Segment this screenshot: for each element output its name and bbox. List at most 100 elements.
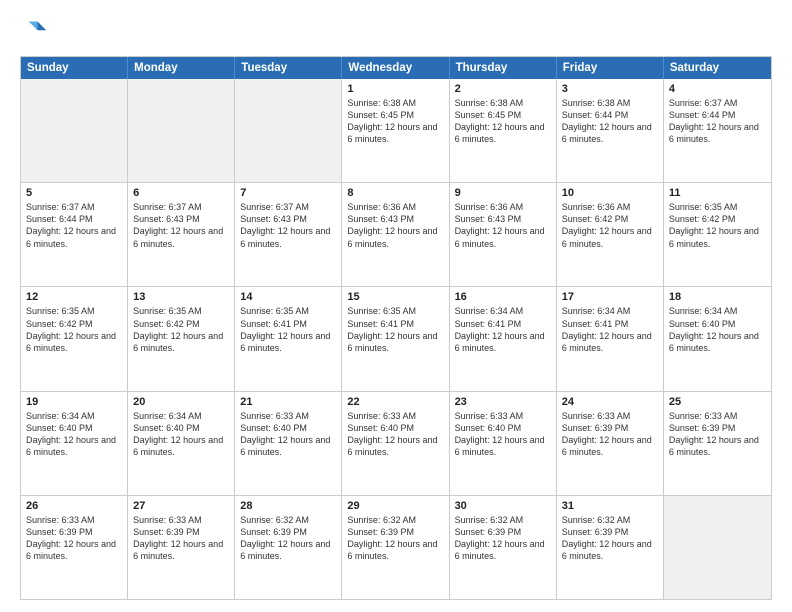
day-number: 9 (455, 187, 551, 199)
day-info: Sunrise: 6:35 AMSunset: 6:41 PMDaylight:… (347, 305, 443, 354)
day-cell-28: 28 Sunrise: 6:32 AMSunset: 6:39 PMDayligh… (235, 496, 342, 599)
day-info: Sunrise: 6:33 AMSunset: 6:39 PMDaylight:… (133, 514, 229, 563)
day-cell-22: 22 Sunrise: 6:33 AMSunset: 6:40 PMDayligh… (342, 392, 449, 495)
day-cell-29: 29 Sunrise: 6:32 AMSunset: 6:39 PMDayligh… (342, 496, 449, 599)
day-number: 2 (455, 83, 551, 95)
day-number: 30 (455, 500, 551, 512)
day-info: Sunrise: 6:33 AMSunset: 6:40 PMDaylight:… (240, 410, 336, 459)
day-info: Sunrise: 6:32 AMSunset: 6:39 PMDaylight:… (347, 514, 443, 563)
day-number: 25 (669, 396, 766, 408)
day-info: Sunrise: 6:38 AMSunset: 6:45 PMDaylight:… (455, 97, 551, 146)
day-info: Sunrise: 6:36 AMSunset: 6:43 PMDaylight:… (455, 201, 551, 250)
day-cell-8: 8Sunrise: 6:36 AMSunset: 6:43 PMDaylight… (342, 183, 449, 286)
day-number: 11 (669, 187, 766, 199)
day-cell-5: 5Sunrise: 6:37 AMSunset: 6:44 PMDaylight… (21, 183, 128, 286)
day-cell-11: 11 Sunrise: 6:35 AMSunset: 6:42 PMDayligh… (664, 183, 771, 286)
day-number: 29 (347, 500, 443, 512)
day-info: Sunrise: 6:32 AMSunset: 6:39 PMDaylight:… (240, 514, 336, 563)
calendar-row-3: 12Sunrise: 6:35 AMSunset: 6:42 PMDayligh… (21, 286, 771, 390)
header-cell-tuesday: Tuesday (235, 57, 342, 79)
day-cell-18: 18Sunrise: 6:34 AMSunset: 6:40 PMDayligh… (664, 287, 771, 390)
day-number: 22 (347, 396, 443, 408)
logo-icon (20, 18, 48, 46)
day-number: 17 (562, 291, 658, 303)
calendar-row-1: 1 Sunrise: 6:38 AMSunset: 6:45 PMDaylight… (21, 79, 771, 182)
day-info: Sunrise: 6:33 AMSunset: 6:39 PMDaylight:… (669, 410, 766, 459)
day-cell-31: 31 Sunrise: 6:32 AMSunset: 6:39 PMDayligh… (557, 496, 664, 599)
day-cell-7: 7 Sunrise: 6:37 AMSunset: 6:43 PMDaylight… (235, 183, 342, 286)
day-info: Sunrise: 6:36 AMSunset: 6:43 PMDaylight:… (347, 201, 443, 250)
day-cell-27: 27 Sunrise: 6:33 AMSunset: 6:39 PMDayligh… (128, 496, 235, 599)
day-info: Sunrise: 6:37 AMSunset: 6:43 PMDaylight:… (240, 201, 336, 250)
logo (20, 18, 52, 46)
day-cell-12: 12Sunrise: 6:35 AMSunset: 6:42 PMDayligh… (21, 287, 128, 390)
day-number: 1 (347, 83, 443, 95)
day-cell-3: 3Sunrise: 6:38 AMSunset: 6:44 PMDaylight… (557, 79, 664, 182)
day-number: 10 (562, 187, 658, 199)
day-cell-2: 2 Sunrise: 6:38 AMSunset: 6:45 PMDaylight… (450, 79, 557, 182)
header-cell-friday: Friday (557, 57, 664, 79)
day-cell-16: 16 Sunrise: 6:34 AMSunset: 6:41 PMDayligh… (450, 287, 557, 390)
day-info: Sunrise: 6:33 AMSunset: 6:39 PMDaylight:… (562, 410, 658, 459)
day-info: Sunrise: 6:35 AMSunset: 6:42 PMDaylight:… (26, 305, 122, 354)
day-number: 31 (562, 500, 658, 512)
day-number: 26 (26, 500, 122, 512)
calendar-body: 1 Sunrise: 6:38 AMSunset: 6:45 PMDaylight… (21, 79, 771, 599)
day-number: 15 (347, 291, 443, 303)
day-info: Sunrise: 6:32 AMSunset: 6:39 PMDaylight:… (562, 514, 658, 563)
day-number: 24 (562, 396, 658, 408)
day-number: 6 (133, 187, 229, 199)
day-cell-26: 26 Sunrise: 6:33 AMSunset: 6:39 PMDayligh… (21, 496, 128, 599)
header-cell-monday: Monday (128, 57, 235, 79)
day-number: 19 (26, 396, 122, 408)
day-number: 7 (240, 187, 336, 199)
day-cell-4: 4 Sunrise: 6:37 AMSunset: 6:44 PMDaylight… (664, 79, 771, 182)
header-cell-thursday: Thursday (450, 57, 557, 79)
empty-cell (664, 496, 771, 599)
day-info: Sunrise: 6:38 AMSunset: 6:45 PMDaylight:… (347, 97, 443, 146)
empty-cell (235, 79, 342, 182)
day-cell-20: 20 Sunrise: 6:34 AMSunset: 6:40 PMDayligh… (128, 392, 235, 495)
day-info: Sunrise: 6:35 AMSunset: 6:42 PMDaylight:… (133, 305, 229, 354)
day-info: Sunrise: 6:35 AMSunset: 6:41 PMDaylight:… (240, 305, 336, 354)
day-number: 14 (240, 291, 336, 303)
day-info: Sunrise: 6:33 AMSunset: 6:40 PMDaylight:… (347, 410, 443, 459)
day-info: Sunrise: 6:36 AMSunset: 6:42 PMDaylight:… (562, 201, 658, 250)
day-cell-14: 14 Sunrise: 6:35 AMSunset: 6:41 PMDayligh… (235, 287, 342, 390)
day-info: Sunrise: 6:34 AMSunset: 6:41 PMDaylight:… (455, 305, 551, 354)
day-cell-23: 23 Sunrise: 6:33 AMSunset: 6:40 PMDayligh… (450, 392, 557, 495)
day-number: 28 (240, 500, 336, 512)
header-cell-saturday: Saturday (664, 57, 771, 79)
day-info: Sunrise: 6:37 AMSunset: 6:44 PMDaylight:… (669, 97, 766, 146)
day-info: Sunrise: 6:37 AMSunset: 6:43 PMDaylight:… (133, 201, 229, 250)
calendar-header: SundayMondayTuesdayWednesdayThursdayFrid… (21, 57, 771, 79)
day-cell-21: 21Sunrise: 6:33 AMSunset: 6:40 PMDayligh… (235, 392, 342, 495)
calendar-row-4: 19 Sunrise: 6:34 AMSunset: 6:40 PMDayligh… (21, 391, 771, 495)
day-cell-25: 25 Sunrise: 6:33 AMSunset: 6:39 PMDayligh… (664, 392, 771, 495)
day-info: Sunrise: 6:35 AMSunset: 6:42 PMDaylight:… (669, 201, 766, 250)
day-info: Sunrise: 6:33 AMSunset: 6:40 PMDaylight:… (455, 410, 551, 459)
day-info: Sunrise: 6:33 AMSunset: 6:39 PMDaylight:… (26, 514, 122, 563)
day-number: 23 (455, 396, 551, 408)
day-cell-24: 24 Sunrise: 6:33 AMSunset: 6:39 PMDayligh… (557, 392, 664, 495)
day-number: 13 (133, 291, 229, 303)
day-cell-17: 17Sunrise: 6:34 AMSunset: 6:41 PMDayligh… (557, 287, 664, 390)
day-number: 5 (26, 187, 122, 199)
day-number: 20 (133, 396, 229, 408)
day-info: Sunrise: 6:32 AMSunset: 6:39 PMDaylight:… (455, 514, 551, 563)
day-number: 16 (455, 291, 551, 303)
header (20, 18, 772, 46)
day-cell-1: 1 Sunrise: 6:38 AMSunset: 6:45 PMDaylight… (342, 79, 449, 182)
day-cell-19: 19Sunrise: 6:34 AMSunset: 6:40 PMDayligh… (21, 392, 128, 495)
empty-cell (128, 79, 235, 182)
day-number: 4 (669, 83, 766, 95)
empty-cell (21, 79, 128, 182)
day-number: 3 (562, 83, 658, 95)
day-cell-9: 9 Sunrise: 6:36 AMSunset: 6:43 PMDaylight… (450, 183, 557, 286)
day-number: 27 (133, 500, 229, 512)
day-cell-15: 15 Sunrise: 6:35 AMSunset: 6:41 PMDayligh… (342, 287, 449, 390)
header-cell-wednesday: Wednesday (342, 57, 449, 79)
day-cell-6: 6 Sunrise: 6:37 AMSunset: 6:43 PMDaylight… (128, 183, 235, 286)
day-cell-13: 13 Sunrise: 6:35 AMSunset: 6:42 PMDayligh… (128, 287, 235, 390)
day-info: Sunrise: 6:34 AMSunset: 6:40 PMDaylight:… (133, 410, 229, 459)
